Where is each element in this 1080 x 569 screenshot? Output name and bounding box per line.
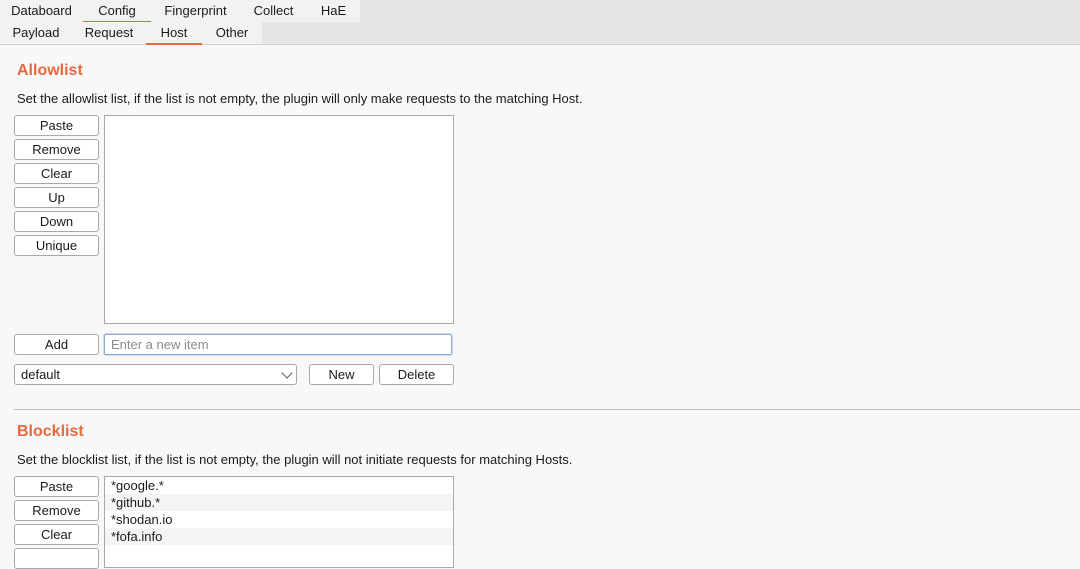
allowlist-title: Allowlist <box>17 62 83 79</box>
tab-config[interactable]: Config <box>83 0 151 23</box>
sub-tab-bar: Payload Request Host Other <box>0 22 1080 45</box>
list-item[interactable]: *shodan.io <box>105 511 453 528</box>
blocklist-title: Blocklist <box>17 423 84 440</box>
allowlist-list[interactable] <box>104 115 454 324</box>
sub-tabs: Payload Request Host Other <box>0 22 262 45</box>
tab-host[interactable]: Host <box>146 22 202 45</box>
allowlist-remove-button[interactable]: Remove <box>14 139 99 160</box>
blocklist-paste-button[interactable]: Paste <box>14 476 99 497</box>
tab-payload[interactable]: Payload <box>0 22 72 44</box>
list-item[interactable]: *github.* <box>105 494 453 511</box>
allowlist-unique-button[interactable]: Unique <box>14 235 99 256</box>
allowlist-description: Set the allowlist list, if the list is n… <box>17 91 583 106</box>
tab-databoard[interactable]: Databoard <box>0 0 83 22</box>
section-divider <box>14 409 1080 410</box>
main-tab-bar: Databoard Config Fingerprint Collect HaE <box>0 0 1080 23</box>
list-item[interactable]: *google.* <box>105 477 453 494</box>
tab-other[interactable]: Other <box>202 22 262 44</box>
main-tabs: Databoard Config Fingerprint Collect HaE <box>0 0 360 23</box>
tab-collect[interactable]: Collect <box>240 0 307 22</box>
blocklist-next-button[interactable] <box>14 548 99 569</box>
allowlist-profile-select[interactable]: default <box>14 364 297 385</box>
chevron-down-icon <box>281 367 293 379</box>
blocklist-list[interactable]: *google.* *github.* *shodan.io *fofa.inf… <box>104 476 454 568</box>
tab-fingerprint[interactable]: Fingerprint <box>151 0 240 22</box>
blocklist-description: Set the blocklist list, if the list is n… <box>17 452 573 467</box>
list-item[interactable]: *fofa.info <box>105 528 453 545</box>
allowlist-up-button[interactable]: Up <box>14 187 99 208</box>
allowlist-paste-button[interactable]: Paste <box>14 115 99 136</box>
allowlist-new-button[interactable]: New <box>309 364 374 385</box>
allowlist-delete-button[interactable]: Delete <box>379 364 454 385</box>
allowlist-profile-select-value: default <box>21 367 61 382</box>
tab-hae[interactable]: HaE <box>307 0 360 22</box>
allowlist-down-button[interactable]: Down <box>14 211 99 232</box>
allowlist-clear-button[interactable]: Clear <box>14 163 99 184</box>
tab-request[interactable]: Request <box>72 22 146 44</box>
allowlist-new-item-input[interactable]: Enter a new item <box>104 334 452 355</box>
blocklist-clear-button[interactable]: Clear <box>14 524 99 545</box>
blocklist-remove-button[interactable]: Remove <box>14 500 99 521</box>
allowlist-add-button[interactable]: Add <box>14 334 99 355</box>
